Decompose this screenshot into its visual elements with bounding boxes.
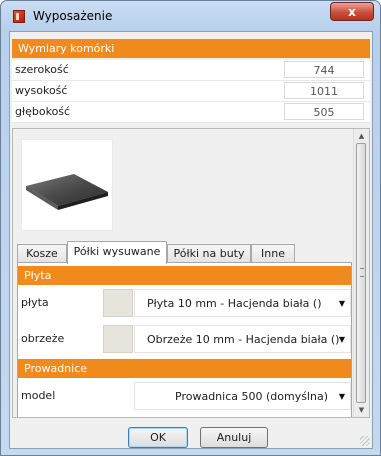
- chevron-down-icon[interactable]: ▼: [339, 326, 345, 354]
- plate-label: płyta: [21, 296, 49, 309]
- chevron-down-icon[interactable]: ▼: [339, 290, 345, 318]
- grip-icon: [360, 268, 364, 277]
- dialog-window: Wyposażenie x Wymiary komórki szerokość …: [0, 0, 381, 456]
- dimensions-header: Wymiary komórki: [12, 39, 370, 58]
- edge-label: obrzeże: [21, 332, 65, 345]
- edge-select[interactable]: Obrzeże 10 mm - Hacjenda biała () ▼: [134, 325, 351, 353]
- model-label: model: [21, 389, 56, 402]
- model-select-value: Prowadnica 500 (domyślna): [175, 390, 328, 403]
- edge-select-value: Obrzeże 10 mm - Hacjenda biała (): [147, 333, 340, 346]
- shelf-preview: [21, 139, 113, 231]
- tab-kosze[interactable]: Kosze: [17, 244, 67, 263]
- title-bar[interactable]: Wyposażenie x: [1, 1, 380, 31]
- plate-select[interactable]: Płyta 10 mm - Hacjenda biała () ▼: [134, 289, 351, 317]
- chevron-down-icon[interactable]: ▼: [339, 383, 345, 411]
- cancel-button[interactable]: Anuluj: [200, 427, 268, 448]
- model-select[interactable]: Prowadnica 500 (domyślna) ▼: [134, 382, 351, 410]
- app-icon: [13, 10, 25, 23]
- depth-label: głębokość: [15, 105, 71, 118]
- options-scroll-area[interactable]: Kosze Półki wysuwane Półki na buty Inne …: [12, 128, 370, 418]
- plate-header: Płyta: [18, 266, 351, 285]
- edge-row: obrzeże Obrzeże 10 mm - Hacjenda biała (…: [18, 321, 351, 357]
- scroll-up-icon[interactable]: ▲: [354, 129, 369, 143]
- resize-grip-icon[interactable]: [360, 436, 370, 446]
- tab-polki-wysuwane[interactable]: Półki wysuwane: [67, 241, 167, 264]
- tab-panel: Płyta płyta Płyta 10 mm - Hacjenda biała…: [17, 262, 352, 417]
- height-label: wysokość: [15, 84, 68, 97]
- dialog-body: Wymiary komórki szerokość 744 wysokość 1…: [9, 31, 373, 449]
- vertical-scrollbar[interactable]: ▲ ▼: [353, 129, 369, 417]
- width-label: szerokość: [15, 63, 69, 76]
- guides-header: Prowadnice: [18, 359, 351, 378]
- tab-inne[interactable]: Inne: [251, 244, 295, 263]
- tab-polki-na-buty[interactable]: Półki na buty: [167, 244, 251, 263]
- model-row: model Prowadnica 500 (domyślna) ▼: [18, 378, 351, 414]
- close-button[interactable]: x: [330, 2, 374, 21]
- scroll-thumb[interactable]: [356, 143, 366, 403]
- plate-select-value: Płyta 10 mm - Hacjenda biała (): [147, 297, 322, 310]
- dimension-row-height: wysokość 1011: [12, 81, 370, 102]
- scroll-down-icon[interactable]: ▼: [354, 403, 369, 417]
- shelf-board-icon: [26, 174, 108, 210]
- edge-color-swatch[interactable]: [103, 325, 133, 353]
- height-field[interactable]: 1011: [284, 82, 364, 99]
- dimension-row-depth: głębokość 505: [12, 102, 370, 123]
- ok-button[interactable]: OK: [128, 427, 188, 448]
- width-field[interactable]: 744: [284, 61, 364, 78]
- depth-field[interactable]: 505: [284, 103, 364, 120]
- window-title: Wyposażenie: [33, 9, 113, 23]
- dimension-row-width: szerokość 744: [12, 60, 370, 81]
- plate-row: płyta Płyta 10 mm - Hacjenda biała () ▼: [18, 285, 351, 321]
- plate-color-swatch[interactable]: [103, 289, 133, 317]
